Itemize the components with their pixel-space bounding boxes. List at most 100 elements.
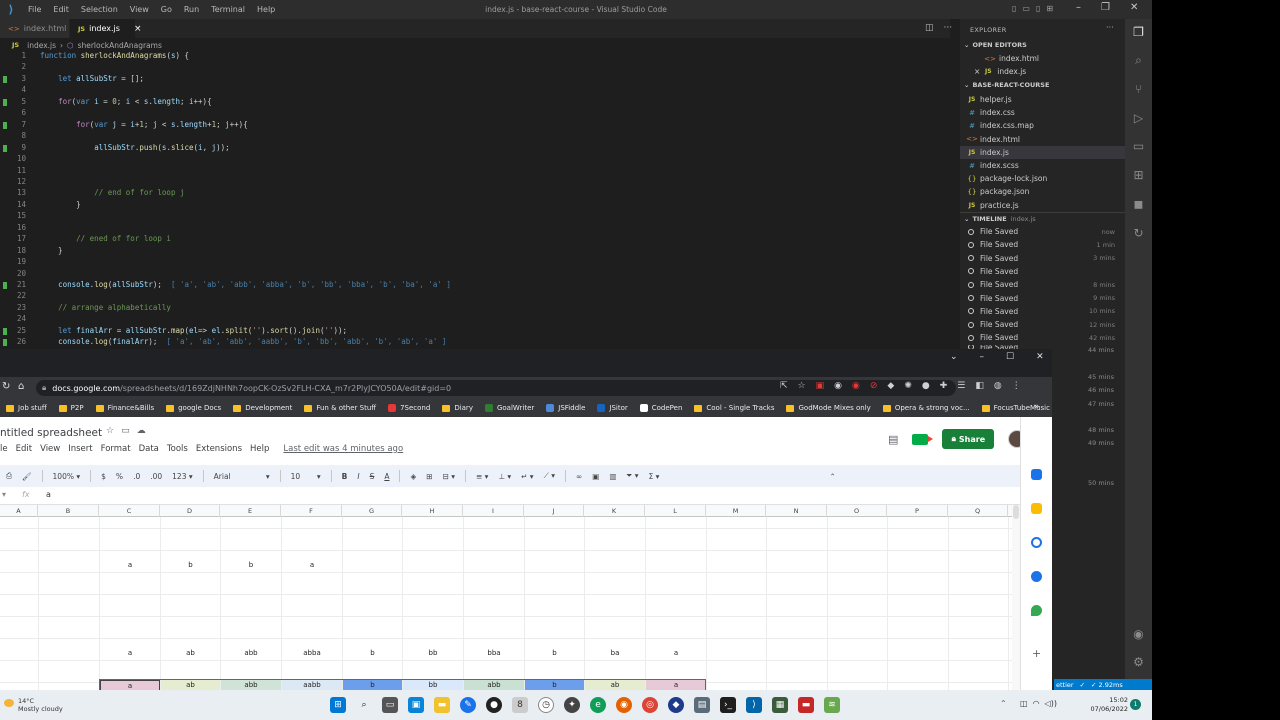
timeline-item[interactable]: File Saved 42 mins (960, 331, 1125, 344)
app-red-icon[interactable]: ▬ (798, 697, 814, 713)
increase-decimal-button[interactable]: .00 (150, 472, 162, 481)
file-item-index-js[interactable]: JS index.js (960, 145, 1125, 159)
file-item-index-css[interactable]: # index.css (960, 106, 1125, 119)
star-icon[interactable]: ☆ (106, 426, 114, 436)
cell[interactable]: b (343, 680, 402, 690)
bookmark-goalwriter[interactable]: GoalWriter (484, 404, 534, 412)
open-editor-item[interactable]: × JS index.js (960, 65, 1125, 78)
breadcrumb-file[interactable]: index.js (27, 41, 56, 50)
collapse-toolbar-icon[interactable]: ⌃ (829, 472, 835, 481)
bold-button[interactable]: B (342, 472, 348, 481)
cell[interactable]: bb (403, 648, 463, 659)
live-share-icon[interactable]: ↻ (1131, 226, 1146, 241)
quokka-timing[interactable]: ✓ 2.92ms (1091, 681, 1123, 689)
volume-icon[interactable]: ◁)) (1045, 699, 1057, 708)
bookmark-job-stuff[interactable]: Job stuff (6, 404, 47, 412)
column-header-n[interactable]: N (766, 505, 827, 517)
notification-badge[interactable]: 1 (1130, 699, 1141, 710)
text-color-button[interactable]: A (384, 472, 389, 481)
file-item-practice-js[interactable]: JS practice.js (960, 199, 1125, 212)
bookmark-focustubemusic[interactable]: FocusTubeMusic (981, 404, 1050, 412)
menu-go[interactable]: Go (155, 5, 178, 14)
sheets-menu-help[interactable]: Help (250, 444, 269, 454)
cell[interactable]: a (646, 680, 706, 690)
font-select[interactable]: Arial ▾ (214, 472, 270, 481)
cell[interactable]: ab (585, 680, 645, 690)
comment-history-icon[interactable]: ▤ (888, 433, 898, 446)
chrome-menu-icon[interactable]: ⋮ (1012, 381, 1021, 391)
bookmark-codepen[interactable]: CodePen (639, 404, 682, 412)
timeline-item[interactable]: File Saved 10 mins (960, 305, 1125, 318)
customize-layout-icon[interactable]: ⊞ (1046, 4, 1053, 13)
timeline-header[interactable]: ⌄ TIMELINE index.js (960, 212, 1125, 224)
maximize-icon[interactable]: ☐ (1006, 352, 1014, 362)
column-header-d[interactable]: D (160, 505, 220, 517)
cell[interactable]: abb (221, 680, 281, 690)
name-box-dropdown-icon[interactable]: ▾ (2, 490, 6, 499)
sheets-menu-insert[interactable]: Insert (68, 444, 92, 454)
remote-explorer-icon[interactable]: ▭ (1131, 139, 1146, 154)
tab-index-html[interactable]: <> index.html (0, 19, 70, 38)
vscode-taskbar-icon[interactable]: ⟩ (746, 697, 762, 713)
cell[interactable]: b (221, 560, 281, 571)
reload-icon[interactable]: ↻ (2, 381, 10, 392)
extension-red-icon[interactable]: ▣ (816, 381, 825, 391)
firefox-icon[interactable]: ◉ (616, 697, 632, 713)
app-window-icon[interactable]: ▤ (694, 697, 710, 713)
column-header-l[interactable]: L (645, 505, 706, 517)
maximize-icon[interactable]: ❐ (1101, 2, 1110, 13)
close-editor-icon[interactable]: × (974, 67, 980, 76)
clock[interactable]: 15:02 07/06/2022 (1088, 696, 1128, 714)
extension-gray-icon[interactable]: ◉ (834, 381, 842, 391)
menu-help[interactable]: Help (251, 5, 281, 14)
percent-button[interactable]: % (116, 472, 123, 481)
app-8-icon[interactable]: 8 (512, 697, 528, 713)
cell[interactable]: b (525, 680, 584, 690)
column-header-f[interactable]: F (281, 505, 342, 517)
add-on-plus-icon[interactable]: + (1032, 647, 1041, 660)
zoom-select[interactable]: 100% ▾ (53, 472, 81, 481)
network-icon[interactable]: ◫ (1020, 699, 1028, 708)
extension-gear-icon[interactable]: ✺ (904, 381, 912, 391)
gear-icon[interactable]: ⚙ (1131, 655, 1146, 670)
cell[interactable]: ab (161, 680, 220, 690)
home-icon[interactable]: ⌂ (18, 381, 24, 392)
bookmark-jsfiddle[interactable]: JSFiddle (546, 404, 585, 412)
menu-edit[interactable]: Edit (47, 5, 75, 14)
keep-icon[interactable] (1031, 503, 1042, 514)
timeline-item[interactable]: File Saved now (960, 225, 1125, 238)
sheets-menu-edit[interactable]: Edit (16, 444, 32, 454)
compass-icon[interactable]: ✦ (564, 697, 580, 713)
column-header-j[interactable]: J (524, 505, 584, 517)
cell[interactable]: abb (464, 680, 524, 690)
text-rotation-icon[interactable]: ⟋ ▾ (544, 471, 555, 481)
cell[interactable]: a (282, 560, 342, 571)
widgets-icon[interactable]: ▣ (408, 697, 424, 713)
menu-selection[interactable]: Selection (75, 5, 124, 14)
bookmark-star-icon[interactable]: ☆ (798, 381, 806, 391)
maps-icon[interactable] (1031, 605, 1042, 616)
cell[interactable]: ba (585, 648, 645, 659)
file-item-helper-js[interactable]: JS helper.js (960, 93, 1125, 106)
vpn-icon[interactable]: ◆ (668, 697, 684, 713)
text-wrap-icon[interactable]: ↵ ▾ (521, 472, 533, 481)
cloud-status-icon[interactable]: ☁ (137, 426, 146, 436)
spreadsheet-grid[interactable]: ABCDEFGHIJKLMNOPQ a b b a a ab abb abba b bb bba b b… (0, 505, 1012, 690)
accounts-icon[interactable]: ◉ (1131, 627, 1146, 642)
spreadsheet-title[interactable]: ntitled spreadsheet (0, 427, 102, 439)
weather-widget[interactable]: 14°C Mostly cloudy (18, 697, 63, 713)
file-item-package-lock-json[interactable]: {} package-lock.json (960, 172, 1125, 185)
bookmark-7second[interactable]: 7Second (388, 404, 430, 412)
cell[interactable]: a (100, 560, 160, 571)
project-header[interactable]: ⌄ BASE-REACT-COURSE (960, 79, 1125, 91)
toggle-panel-left-icon[interactable]: ▯ (1012, 4, 1016, 13)
prettier-status[interactable]: ettier (1056, 681, 1074, 689)
sheets-menu-view[interactable]: View (40, 444, 60, 454)
sheets-menu-data[interactable]: Data (139, 444, 159, 454)
italic-button[interactable]: I (357, 472, 359, 481)
column-header-h[interactable]: H (402, 505, 463, 517)
merge-cells-icon[interactable]: ⊟ ▾ (443, 472, 455, 481)
meet-icon[interactable] (912, 433, 934, 445)
edge-icon[interactable]: e (590, 697, 606, 713)
close-icon[interactable]: ✕ (1130, 2, 1138, 13)
